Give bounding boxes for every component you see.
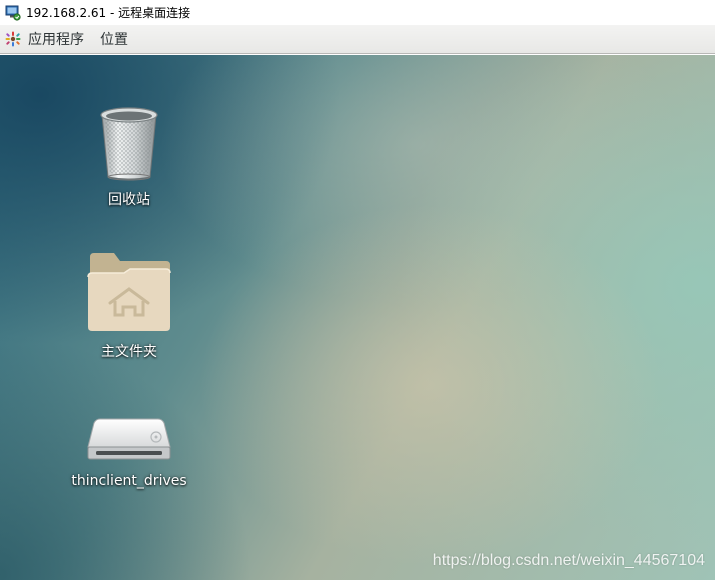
places-menu-label: 位置 [100, 32, 128, 48]
drive-icon [86, 415, 172, 469]
top-panel: 应用程序 位置 [0, 25, 715, 54]
applications-menu[interactable]: 应用程序 [0, 25, 92, 53]
desktop-icon-home-folder[interactable]: 主文件夹 [64, 251, 194, 361]
applications-menu-label: 应用程序 [28, 32, 84, 48]
home-folder-label: 主文件夹 [101, 344, 157, 360]
trash-label: 回收站 [108, 192, 150, 208]
remote-desktop-icon [5, 5, 21, 21]
window-title-bar: 192.168.2.61 - 远程桌面连接 [0, 0, 715, 25]
desktop-icon-thinclient-drives[interactable]: thinclient_drives [64, 415, 194, 489]
trash-icon [96, 105, 162, 185]
watermark-url: https://blog.csdn.net/weixin_44567104 [432, 552, 705, 569]
desktop[interactable]: 回收站 主文件夹 thinclient_drives https://blog.… [0, 55, 715, 580]
window-title: 192.168.2.61 - 远程桌面连接 [26, 6, 191, 20]
places-menu[interactable]: 位置 [92, 25, 136, 53]
gnome-foot-icon [4, 30, 22, 48]
home-folder-icon [86, 251, 172, 337]
desktop-icon-trash[interactable]: 回收站 [64, 105, 194, 209]
thinclient-drives-label: thinclient_drives [71, 473, 187, 489]
